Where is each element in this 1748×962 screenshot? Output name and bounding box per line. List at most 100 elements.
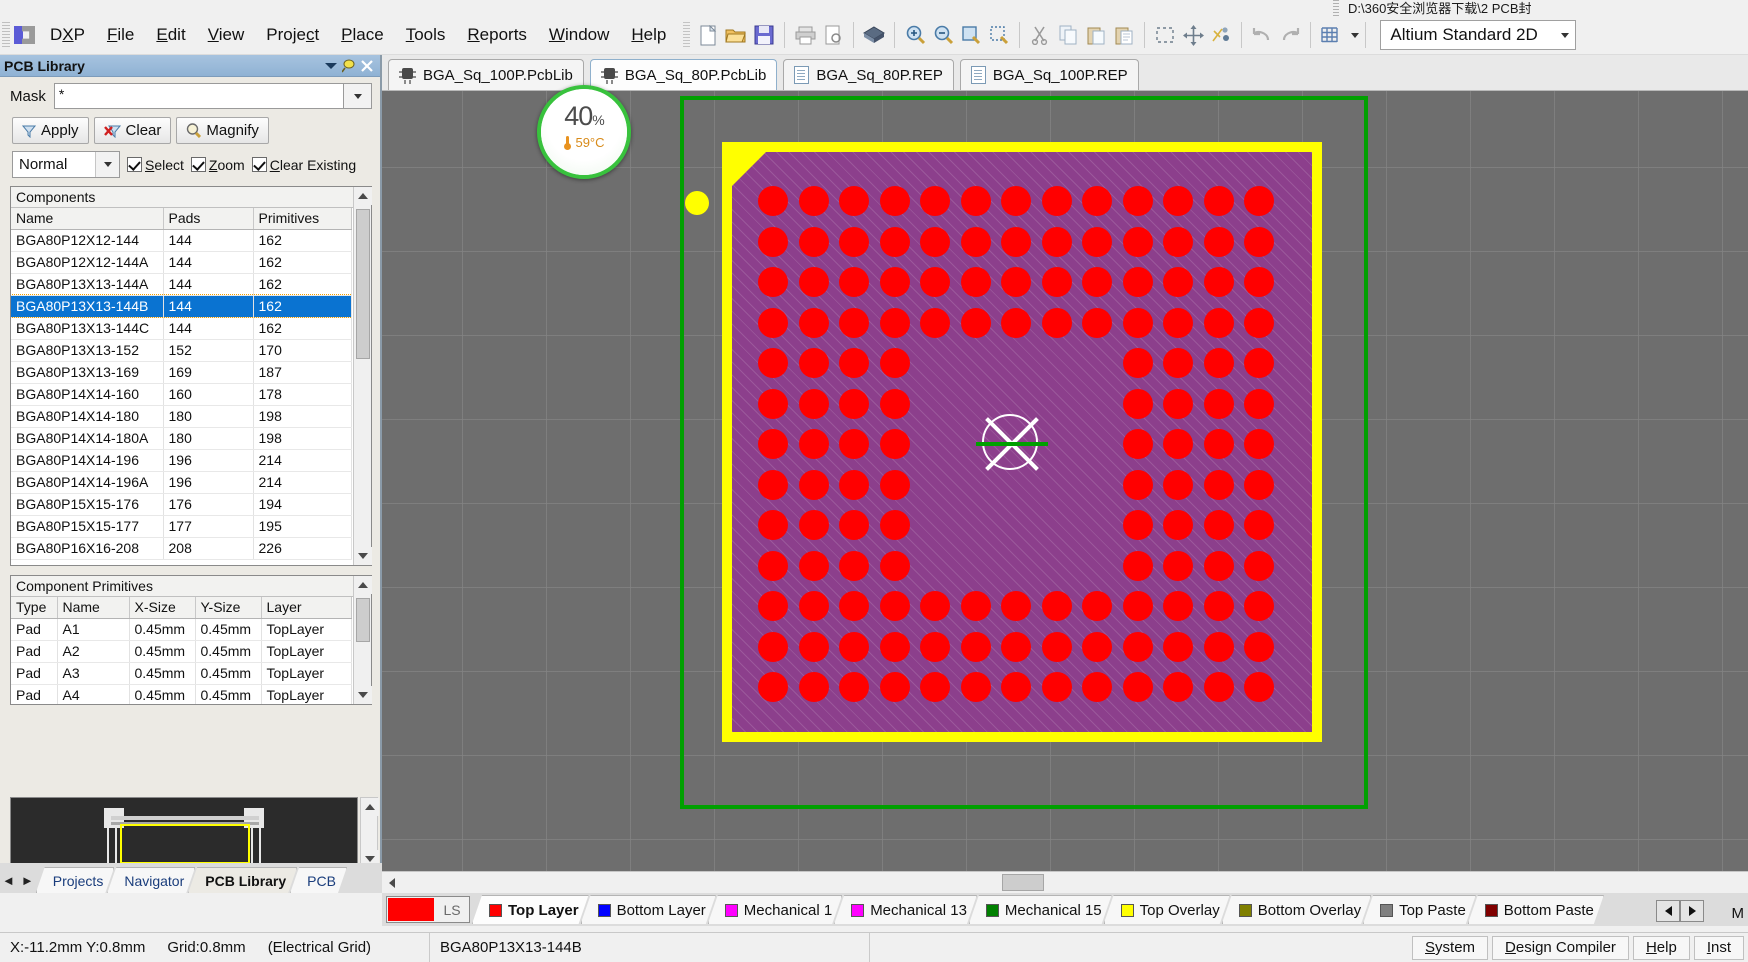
bga-pad[interactable] <box>1244 226 1274 257</box>
bga-pad[interactable] <box>1244 307 1274 338</box>
bga-pad[interactable] <box>798 186 829 216</box>
bga-pad[interactable] <box>960 672 991 702</box>
layer-scroll-right-button[interactable] <box>1680 900 1704 922</box>
table-row[interactable]: BGA80P14X14-160 160 178 <box>11 383 352 406</box>
bga-pad[interactable] <box>798 631 829 662</box>
bga-pad[interactable] <box>1041 226 1072 257</box>
bga-pad[interactable] <box>1163 307 1193 338</box>
bga-pad[interactable] <box>1082 226 1112 257</box>
bga-pad[interactable] <box>1001 631 1031 662</box>
bga-pad[interactable] <box>798 307 829 338</box>
bga-pad[interactable] <box>1122 226 1153 257</box>
bga-pad[interactable] <box>839 226 869 257</box>
bga-pad[interactable] <box>1122 348 1153 378</box>
menu-item-dxp[interactable]: DXP <box>39 21 96 49</box>
bga-pad[interactable] <box>1203 631 1234 662</box>
paste-special-icon[interactable] <box>1110 21 1138 49</box>
table-row[interactable]: BGA80P12X12-144A 144 162 <box>11 251 352 274</box>
table-row[interactable]: BGA80P15X15-176 176 194 <box>11 493 352 516</box>
bga-pad[interactable] <box>1203 591 1234 621</box>
bga-pad[interactable] <box>1122 591 1153 621</box>
print-icon[interactable] <box>791 21 819 49</box>
bga-pad[interactable] <box>1122 267 1153 297</box>
status-button-system[interactable]: System <box>1412 935 1489 960</box>
primitives-col-xsize[interactable]: X-Size <box>129 597 196 619</box>
bga-pad[interactable] <box>839 348 869 378</box>
table-row[interactable]: Pad A1 0.45mm 0.45mm TopLayer <box>11 618 352 641</box>
layer-tab-mechanical-15[interactable]: Mechanical 15 <box>969 895 1112 924</box>
bga-pad[interactable] <box>758 226 788 257</box>
bga-pad[interactable] <box>839 388 869 419</box>
mask-dropdown-button[interactable] <box>344 83 372 109</box>
bga-pad[interactable] <box>839 429 869 459</box>
document-tab-bga-sq-80p-rep[interactable]: BGA_Sq_80P.REP <box>783 59 954 90</box>
bga-pad[interactable] <box>1001 267 1031 297</box>
bga-pad[interactable] <box>879 267 910 297</box>
undo-icon[interactable] <box>1248 21 1276 49</box>
bga-pad[interactable] <box>879 631 910 662</box>
bga-pad[interactable] <box>1082 307 1112 338</box>
bga-pad[interactable] <box>1244 348 1274 378</box>
bga-pad[interactable] <box>1082 186 1112 216</box>
primitives-col-ysize[interactable]: Y-Size <box>195 597 262 619</box>
table-row[interactable]: BGA80P13X13-152 152 170 <box>11 339 352 362</box>
grid-icon[interactable] <box>1317 21 1345 49</box>
chevron-down-icon[interactable] <box>95 152 119 177</box>
scroll-up-button[interactable] <box>361 798 379 816</box>
zoom-out-icon[interactable] <box>929 21 957 49</box>
bga-pad[interactable] <box>1244 631 1274 662</box>
checkbox-clear-existing-box[interactable] <box>251 157 267 172</box>
bga-pad[interactable] <box>879 307 910 338</box>
menu-item-view[interactable]: View <box>197 21 256 49</box>
bga-pad[interactable] <box>758 348 788 378</box>
bga-pad[interactable] <box>1203 186 1234 216</box>
table-row[interactable]: BGA80P14X14-180 180 198 <box>11 405 352 428</box>
bga-pad[interactable] <box>879 591 910 621</box>
table-row[interactable]: BGA80P14X14-180A 180 198 <box>11 427 352 450</box>
panel-tab-projects[interactable]: Projects <box>36 867 115 893</box>
bga-pad[interactable] <box>839 510 869 540</box>
bga-pad[interactable] <box>920 672 950 702</box>
primitives-col-name[interactable]: Name <box>57 597 130 619</box>
bga-pad[interactable] <box>920 186 950 216</box>
bga-pad[interactable] <box>758 267 788 297</box>
scroll-down-button[interactable] <box>354 547 372 565</box>
bga-pad[interactable] <box>1244 550 1274 581</box>
select-mode-combo[interactable]: Normal <box>12 151 120 178</box>
bga-pad[interactable] <box>879 672 910 702</box>
bga-pad[interactable] <box>798 267 829 297</box>
bga-pad[interactable] <box>1082 672 1112 702</box>
bga-pad[interactable] <box>1244 469 1274 500</box>
bga-pad[interactable] <box>1203 469 1234 500</box>
bga-pad[interactable] <box>758 388 788 419</box>
bga-pad[interactable] <box>758 429 788 459</box>
menu-item-place[interactable]: Place <box>330 21 395 49</box>
chevron-down-icon[interactable] <box>322 57 340 75</box>
panel-tab-pcb-library[interactable]: PCB Library <box>188 867 297 893</box>
layer-tab-mechanical-1[interactable]: Mechanical 1 <box>708 895 842 924</box>
bga-pad[interactable] <box>879 348 910 378</box>
clear-button[interactable]: Clear <box>93 117 172 144</box>
table-row[interactable]: BGA80P16X16-208 208 226 <box>11 537 352 560</box>
bga-pad[interactable] <box>920 631 950 662</box>
tab-next-icon[interactable]: ► <box>21 873 34 888</box>
bga-pad[interactable] <box>1203 550 1234 581</box>
tab-prev-icon[interactable]: ◄ <box>2 873 15 888</box>
bga-pad[interactable] <box>798 469 829 500</box>
apply-button[interactable]: Apply <box>12 117 89 144</box>
bga-pad[interactable] <box>920 267 950 297</box>
layer-sets-label[interactable]: LS <box>435 902 469 918</box>
redo-icon[interactable] <box>1276 21 1304 49</box>
bga-pad[interactable] <box>798 388 829 419</box>
bga-pad[interactable] <box>879 469 910 500</box>
menu-item-project[interactable]: Project <box>255 21 330 49</box>
magnify-button[interactable]: Magnify <box>176 117 269 144</box>
bga-pad[interactable] <box>758 186 788 216</box>
bga-pad[interactable] <box>839 672 869 702</box>
table-row[interactable]: Pad A4 0.45mm 0.45mm TopLayer <box>11 684 352 704</box>
bga-pad[interactable] <box>1163 388 1193 419</box>
table-row[interactable]: Pad A2 0.45mm 0.45mm TopLayer <box>11 640 352 663</box>
bga-pad[interactable] <box>1001 307 1031 338</box>
panel-tab-nav[interactable]: ◄ ► <box>0 867 36 893</box>
bga-pad[interactable] <box>1041 631 1072 662</box>
